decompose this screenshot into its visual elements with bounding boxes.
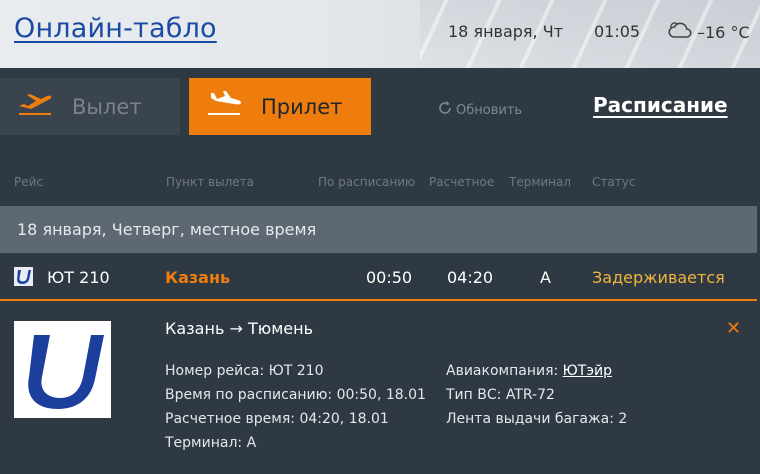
header: Онлайн-табло 18 января, Чт 01:05 –16 °C	[0, 0, 760, 68]
date-band: 18 января, Четверг, местное время	[0, 206, 757, 253]
table-row[interactable]: ЮТ 210 Казань 00:50 04:20 A Задерживаетс…	[0, 253, 757, 301]
detail-terminal: Терминал: A	[165, 435, 257, 451]
flight-number: ЮТ 210	[47, 268, 110, 287]
tab-arrivals-label: Прилет	[261, 94, 343, 119]
status-badge: Задерживается	[592, 268, 725, 287]
tab-departures-label: Вылет	[72, 94, 142, 119]
column-header-flight: Рейс	[14, 175, 44, 189]
detail-estimated-time: Расчетное время: 04:20, 18.01	[165, 411, 389, 427]
column-header-origin: Пункт вылета	[166, 175, 254, 189]
refresh-icon	[437, 100, 453, 120]
column-header-estimated: Расчетное	[429, 175, 495, 189]
estimated-time: 04:20	[447, 268, 494, 287]
temperature: –16 °C	[697, 22, 750, 42]
scheduled-time: 00:50	[366, 268, 413, 287]
tab-departures[interactable]: Вылет	[0, 78, 180, 135]
current-date: 18 января, Чт	[448, 22, 564, 41]
weather: –16 °C	[667, 20, 750, 44]
detail-scheduled-time: Время по расписанию: 00:50, 18.01	[165, 387, 426, 403]
airline-logo	[14, 321, 111, 418]
arrival-plane-icon	[205, 90, 243, 123]
current-time: 01:05	[594, 22, 641, 41]
refresh-button[interactable]: Обновить	[437, 100, 522, 120]
route-title: Казань → Тюмень	[165, 319, 313, 338]
terminal: A	[540, 268, 551, 287]
page-title[interactable]: Онлайн-табло	[14, 13, 217, 44]
cloud-icon	[667, 20, 693, 44]
flight-details-panel: Казань → Тюмень ✕ Номер рейса: ЮТ 210 Вр…	[0, 303, 757, 474]
refresh-label: Обновить	[456, 102, 523, 118]
column-header-status: Статус	[592, 175, 636, 189]
airline-logo-icon	[14, 267, 33, 286]
tab-arrivals[interactable]: Прилет	[189, 78, 371, 135]
airline-link[interactable]: ЮТэйр	[563, 363, 612, 379]
board-nav: Вылет Прилет Обновить Расписание	[0, 68, 760, 148]
column-header-terminal: Терминал	[509, 175, 572, 189]
detail-airline: Авиакомпания: ЮТэйр	[446, 363, 613, 379]
detail-baggage: Лента выдачи багажа: 2	[446, 411, 628, 427]
detail-flight-number: Номер рейса: ЮТ 210	[165, 363, 324, 379]
schedule-link[interactable]: Расписание	[593, 93, 728, 117]
detail-aircraft: Тип ВС: ATR-72	[446, 387, 555, 403]
column-header-scheduled: По расписанию	[318, 175, 416, 189]
origin-city: Казань	[165, 268, 231, 287]
close-icon[interactable]: ✕	[726, 318, 741, 339]
departure-plane-icon	[16, 91, 54, 122]
